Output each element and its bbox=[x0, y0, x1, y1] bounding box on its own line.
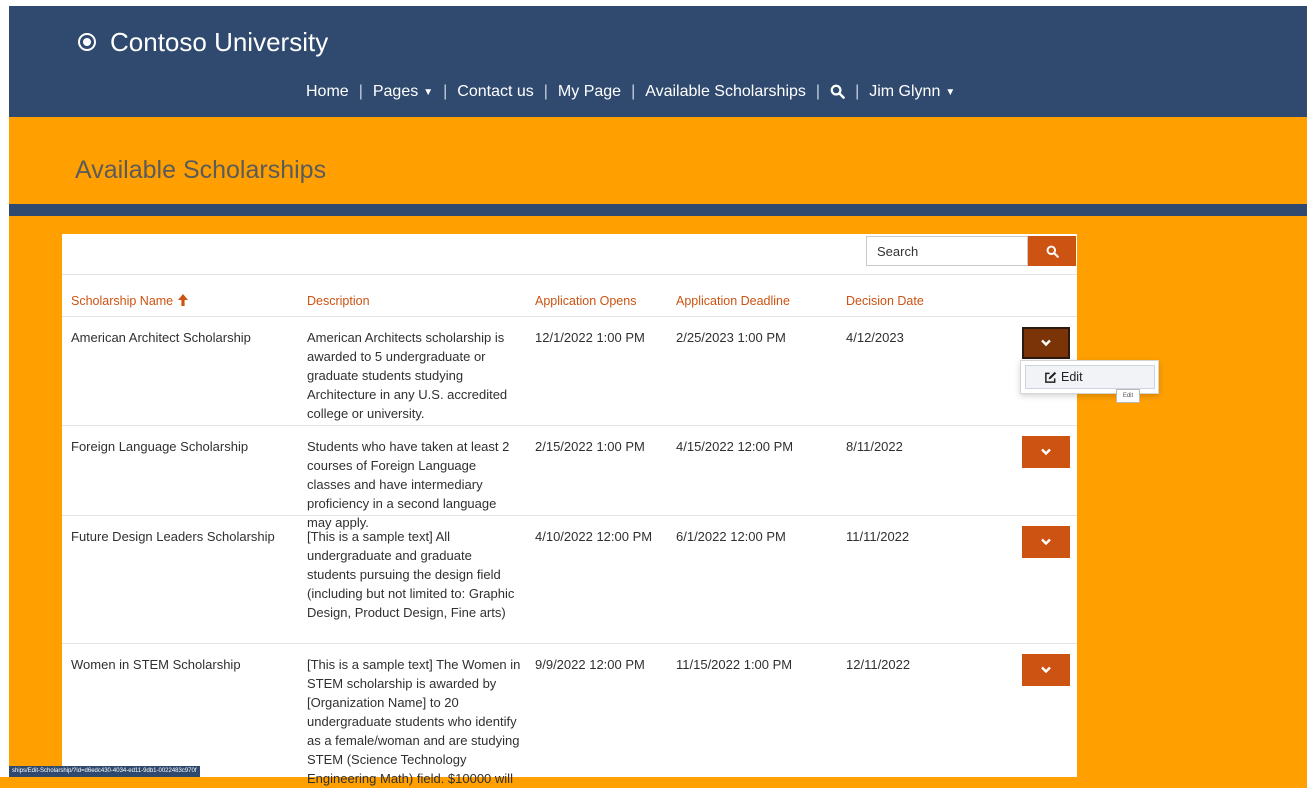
chevron-down-icon bbox=[1041, 666, 1051, 674]
table-row: Future Design Leaders Scholarship [This … bbox=[62, 516, 1077, 644]
column-header-deadline[interactable]: Application Deadline bbox=[676, 294, 790, 308]
search-button[interactable] bbox=[1028, 236, 1076, 266]
chevron-down-icon bbox=[1041, 538, 1051, 546]
chevron-down-icon bbox=[1041, 339, 1051, 347]
status-bar-url: ships/Edit-Scholarship/?id=d6edc430-4034… bbox=[9, 766, 200, 777]
edit-menu-label: Edit bbox=[1061, 370, 1083, 384]
cell-opens: 2/15/2022 1:00 PM bbox=[535, 439, 645, 454]
scholarship-list-panel: Search Scholarship Name Description Appl… bbox=[62, 234, 1077, 786]
caret-down-icon: ▼ bbox=[423, 87, 434, 98]
cell-decision: 12/11/2022 bbox=[846, 657, 911, 672]
cell-decision: 8/11/2022 bbox=[846, 439, 903, 454]
table-row: Foreign Language Scholarship Students wh… bbox=[62, 426, 1077, 530]
nav-my-page[interactable]: My Page bbox=[548, 83, 631, 101]
table-header: Scholarship Name Description Application… bbox=[62, 274, 1077, 317]
cell-description: [This is a sample text] All undergraduat… bbox=[307, 529, 515, 620]
nav-scholarships[interactable]: Available Scholarships bbox=[635, 83, 816, 101]
cell-name: American Architect Scholarship bbox=[71, 330, 251, 345]
table-row: American Architect Scholarship American … bbox=[62, 317, 1077, 426]
edit-tooltip: Edit bbox=[1116, 389, 1140, 403]
main-nav: Home | Pages ▼ | Contact us | My Page | A… bbox=[296, 82, 965, 102]
column-header-decision[interactable]: Decision Date bbox=[846, 294, 924, 308]
cell-description: American Architects scholarship is award… bbox=[307, 330, 508, 421]
brand-name: Contoso University bbox=[110, 27, 329, 57]
cell-deadline: 4/15/2022 12:00 PM bbox=[676, 439, 794, 454]
cell-name: Future Design Leaders Scholarship bbox=[71, 529, 275, 544]
column-header-name-label: Scholarship Name bbox=[71, 294, 174, 308]
cell-opens: 9/9/2022 12:00 PM bbox=[535, 657, 645, 672]
nav-search[interactable] bbox=[820, 82, 855, 102]
cell-name: Foreign Language Scholarship bbox=[71, 439, 249, 454]
search-icon bbox=[830, 84, 845, 99]
cell-deadline: 6/1/2022 12:00 PM bbox=[676, 529, 786, 544]
edit-menu-item[interactable]: Edit bbox=[1025, 365, 1155, 389]
edit-icon bbox=[1045, 371, 1057, 383]
window-border-left bbox=[0, 0, 9, 777]
page-title: Available Scholarships bbox=[75, 156, 327, 184]
row-actions-button[interactable] bbox=[1022, 526, 1070, 558]
column-header-opens[interactable]: Application Opens bbox=[535, 294, 636, 308]
nav-home[interactable]: Home bbox=[296, 83, 359, 101]
cell-decision: 4/12/2023 bbox=[846, 330, 904, 345]
search-icon bbox=[1046, 245, 1059, 258]
table-row: Women in STEM Scholarship [This is a sam… bbox=[62, 644, 1077, 786]
divider-strip bbox=[9, 204, 1307, 216]
cell-description: [This is a sample text] The Women in STE… bbox=[307, 657, 521, 786]
row-actions-button[interactable] bbox=[1022, 436, 1070, 468]
page-title-band: Available Scholarships bbox=[9, 117, 1307, 204]
site-header: Contoso University Home | Pages ▼ | Conta… bbox=[9, 6, 1307, 117]
cell-deadline: 11/15/2022 1:00 PM bbox=[676, 657, 793, 672]
column-header-name[interactable]: Scholarship Name bbox=[71, 294, 189, 308]
brand-logo-icon bbox=[78, 33, 96, 51]
cell-opens: 4/10/2022 12:00 PM bbox=[535, 529, 653, 544]
column-header-description[interactable]: Description bbox=[307, 294, 370, 308]
caret-down-icon: ▼ bbox=[945, 87, 956, 98]
nav-user-menu[interactable]: Jim Glynn ▼ bbox=[859, 83, 965, 101]
nav-pages[interactable]: Pages ▼ bbox=[363, 83, 443, 101]
chevron-down-icon bbox=[1041, 448, 1051, 456]
cell-opens: 12/1/2022 1:00 PM bbox=[535, 330, 645, 345]
user-name: Jim Glynn bbox=[869, 83, 941, 100]
nav-contact[interactable]: Contact us bbox=[447, 83, 543, 101]
search-input[interactable]: Search bbox=[866, 236, 1028, 266]
row-actions-button[interactable] bbox=[1022, 654, 1070, 686]
row-actions-button[interactable] bbox=[1022, 327, 1070, 359]
brand-link[interactable]: Contoso University bbox=[78, 27, 328, 57]
cell-name: Women in STEM Scholarship bbox=[71, 657, 241, 672]
cell-deadline: 2/25/2023 1:00 PM bbox=[676, 330, 786, 345]
nav-pages-label: Pages bbox=[372, 83, 419, 100]
cell-decision: 11/11/2022 bbox=[846, 529, 910, 544]
sort-ascending-icon bbox=[178, 294, 189, 306]
